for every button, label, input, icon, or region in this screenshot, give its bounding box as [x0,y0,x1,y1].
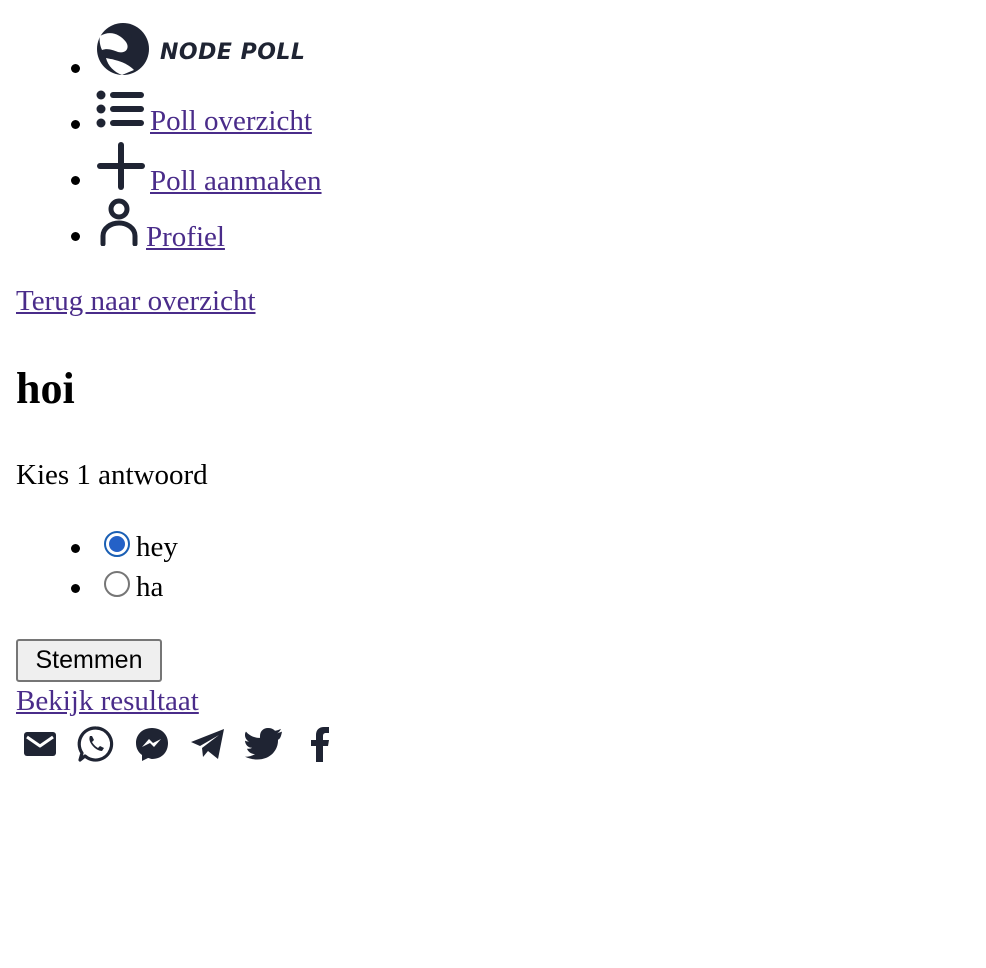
nav-item-create: Poll aanmaken [71,142,322,198]
plus-icon [96,142,146,198]
messenger-icon[interactable] [132,724,172,764]
poll-option[interactable]: hey [71,530,178,564]
nav-item-logo: NODE POLL [70,22,305,84]
poll-title: hoi [16,364,75,413]
vote-button[interactable]: Stemmen [16,639,162,682]
whatsapp-icon[interactable] [76,724,116,764]
bird-logo-icon [96,22,150,84]
share-bar [20,724,340,764]
radio-button[interactable] [104,571,130,597]
logo-text: NODE POLL [160,40,306,65]
logo-link[interactable]: NODE POLL [96,22,305,84]
profile-link[interactable]: Profiel [96,198,225,254]
telegram-icon[interactable] [188,724,228,764]
option-label: ha [136,571,164,603]
poll-page: NODE POLL Poll overzicht Poll aanmaken P… [0,0,986,968]
view-results-link[interactable]: Bekijk resultaat [16,684,199,718]
radio-button[interactable] [104,531,130,557]
poll-create-link[interactable]: Poll aanmaken [96,142,322,198]
poll-option[interactable]: ha [70,570,164,604]
facebook-icon[interactable] [300,724,340,764]
nav-item-profile: Profiel [71,198,225,254]
user-icon [96,198,142,254]
email-icon[interactable] [20,724,60,764]
nav-item-label: Poll overzicht [150,105,312,137]
nav-item-overview: Poll overzicht [71,90,312,138]
nav-item-label: Poll aanmaken [150,165,322,197]
list-icon [96,90,146,138]
poll-instruction: Kies 1 antwoord [16,459,208,491]
option-label: hey [136,531,178,563]
back-to-overview-link[interactable]: Terug naar overzicht [16,284,256,318]
poll-overview-link[interactable]: Poll overzicht [96,90,312,138]
nav-item-label: Profiel [146,221,225,253]
twitter-icon[interactable] [244,724,284,764]
